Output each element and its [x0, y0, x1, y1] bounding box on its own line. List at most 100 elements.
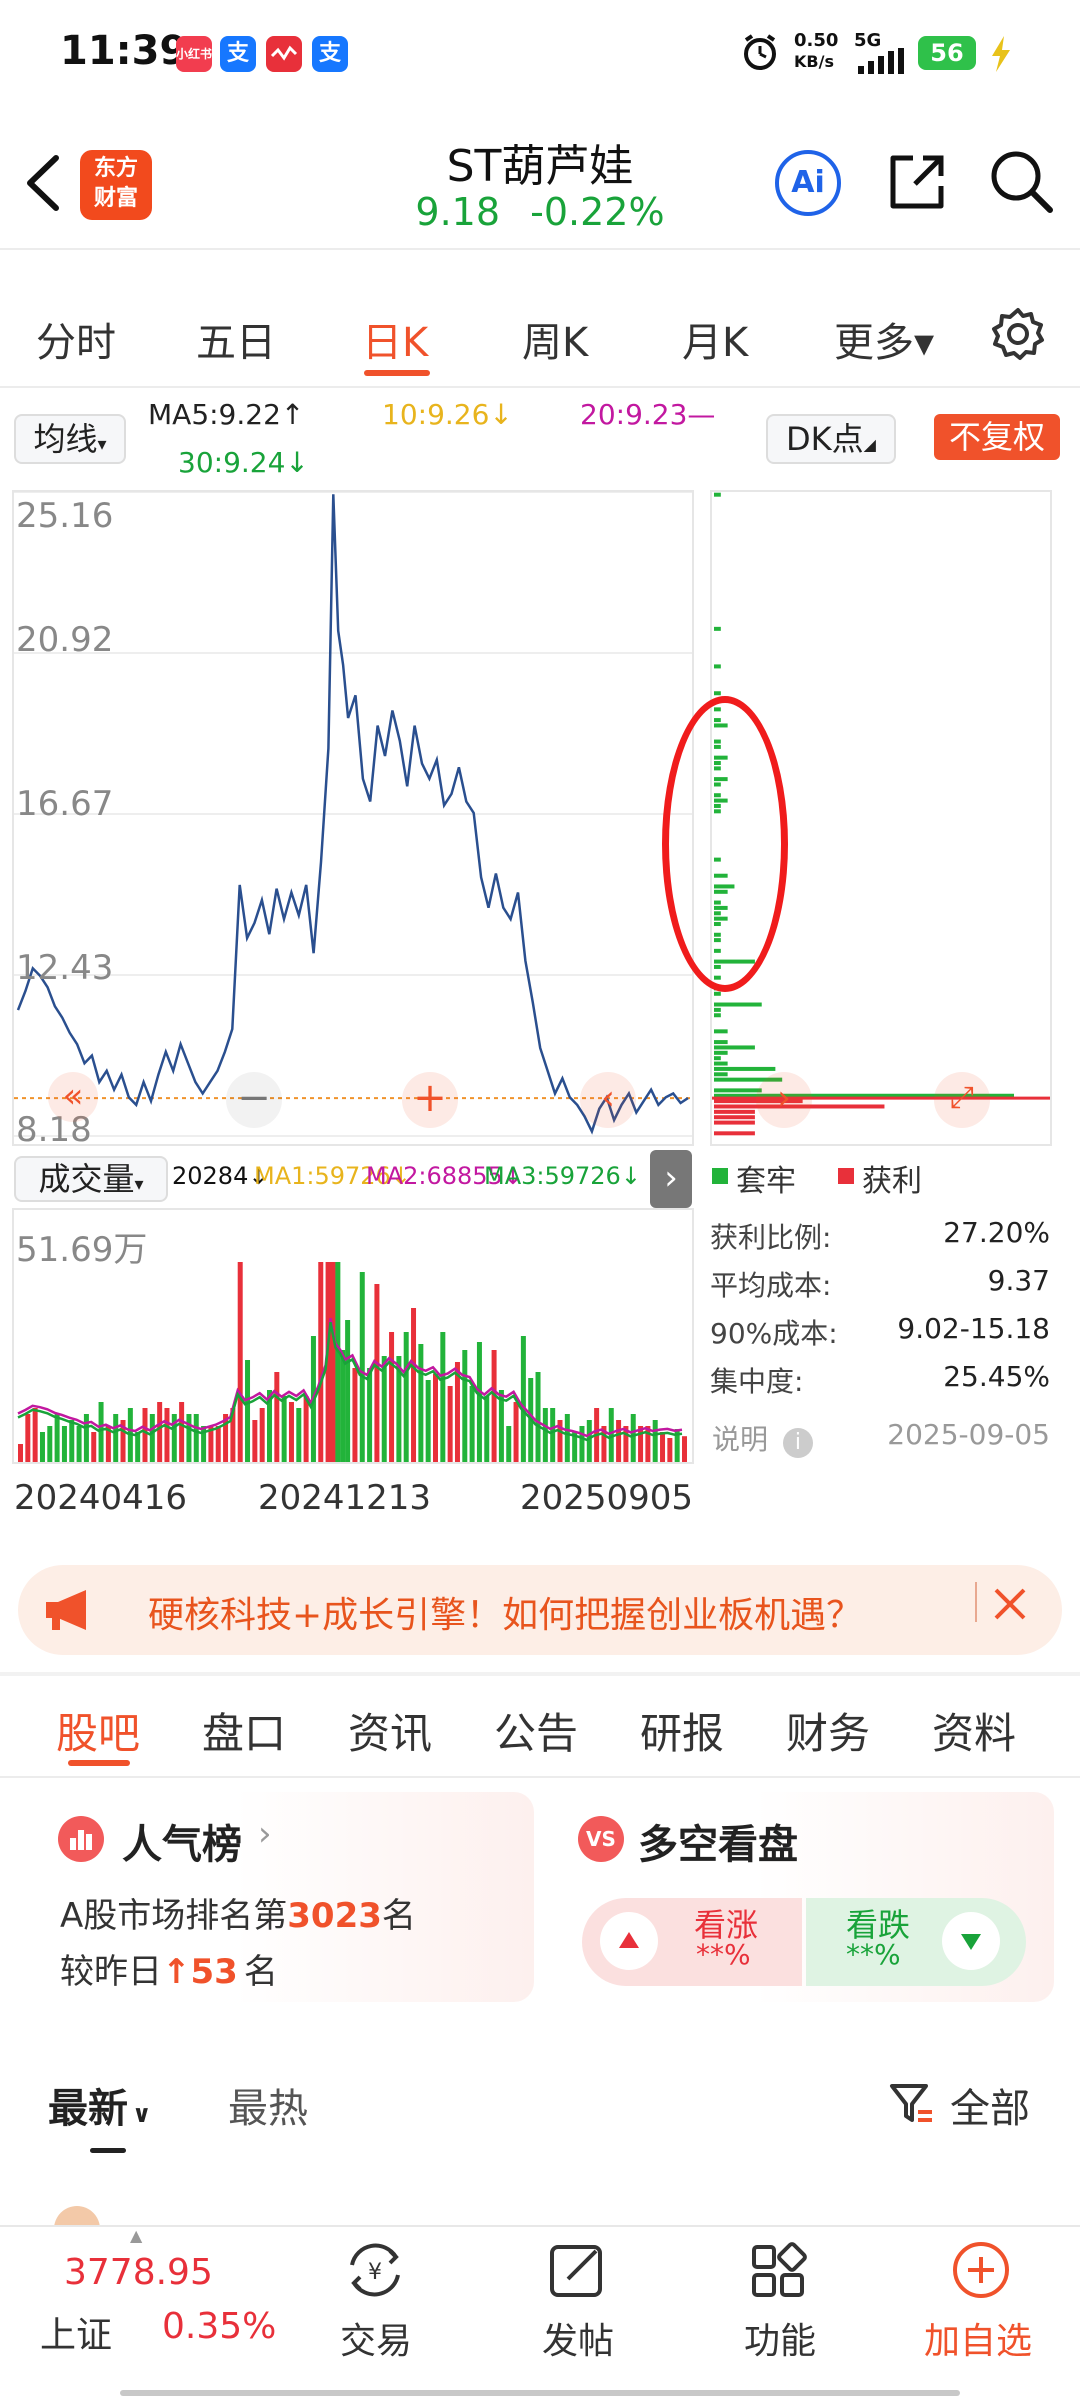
- tab-weekly-k[interactable]: 周K: [522, 310, 588, 368]
- chip-bar: [714, 1066, 776, 1071]
- sort-indicator: [90, 2148, 126, 2153]
- tab-guba[interactable]: 股吧: [56, 1700, 140, 1761]
- volume-bar: [660, 1432, 666, 1462]
- signal-icon: [854, 48, 910, 74]
- rank-value: 3023: [287, 1896, 382, 1936]
- functions-icon: [744, 2235, 814, 2305]
- vs-icon: VS: [578, 1816, 624, 1862]
- chip-bar: [714, 1072, 728, 1077]
- back-button[interactable]: [18, 148, 68, 218]
- volume-bar: [411, 1308, 417, 1462]
- volume-bar: [433, 1374, 438, 1462]
- tab-news[interactable]: 资讯: [348, 1700, 432, 1761]
- popularity-rank-line: A股市场排名第3023名: [60, 1888, 416, 1937]
- ma-select[interactable]: 均线▾: [14, 414, 126, 464]
- no-adjust-button[interactable]: 不复权: [934, 414, 1060, 460]
- tab-daily-k[interactable]: 日K: [362, 310, 428, 368]
- battery-indicator: 56: [918, 36, 976, 70]
- svg-text:¥: ¥: [368, 2260, 382, 2285]
- tab-monthly-k[interactable]: 月K: [682, 310, 748, 368]
- promo-banner-text: 硬核科技+成长引擎！如何把握创业板机遇？: [148, 1595, 863, 1636]
- chevron-right-icon: ›: [258, 1814, 272, 1854]
- cost-90-value: 9.02-15.18: [897, 1312, 1050, 1345]
- index-change: 0.35%: [162, 2306, 277, 2347]
- volume-bar: [484, 1396, 490, 1462]
- scroll-right-button[interactable]: ›: [756, 1072, 812, 1128]
- volume-bar: [359, 1272, 365, 1462]
- scroll-left-button[interactable]: ‹: [580, 1072, 636, 1128]
- popularity-change-line: 较昨日↑53 名: [60, 1944, 278, 1993]
- tabs-divider: [0, 386, 1080, 388]
- settings-gear-icon[interactable]: [990, 306, 1046, 362]
- volume-bar: [318, 1262, 324, 1462]
- volume-bar: [69, 1420, 75, 1462]
- tab-profile[interactable]: 资料: [932, 1700, 1016, 1761]
- kline-chart-frame[interactable]: [12, 490, 694, 1146]
- rank-prefix: A股市场排名第: [60, 1896, 288, 1936]
- profit-ratio-value: 27.20%: [943, 1216, 1050, 1249]
- nav-post[interactable]: 发帖: [542, 2312, 614, 2364]
- tab-more[interactable]: 更多▾: [834, 310, 934, 368]
- nav-functions[interactable]: 功能: [744, 2312, 816, 2364]
- zoom-in-button[interactable]: +: [402, 1072, 458, 1128]
- nav-trade[interactable]: 交易: [340, 2312, 412, 2364]
- nav-add-watchlist[interactable]: 加自选: [924, 2312, 1032, 2364]
- volume-bar: [340, 1350, 346, 1462]
- tab-order-book[interactable]: 盘口: [202, 1700, 286, 1761]
- volume-bar: [476, 1342, 482, 1462]
- ma-select-label: 均线: [33, 420, 98, 458]
- bullish-value: **%: [696, 1938, 751, 1971]
- volume-bar: [179, 1402, 185, 1462]
- volume-bar: [330, 1262, 336, 1462]
- price-series-line: [16, 494, 689, 1135]
- volume-bar: [157, 1402, 163, 1462]
- header-divider: [0, 248, 1080, 250]
- note-link[interactable]: 说明 i: [712, 1418, 813, 1458]
- volume-bar: [469, 1386, 475, 1462]
- expand-panel-button[interactable]: ›: [650, 1150, 692, 1208]
- search-icon[interactable]: [988, 148, 1054, 214]
- volume-bar: [667, 1438, 673, 1462]
- chip-bar: [714, 1131, 755, 1136]
- tab-announcements[interactable]: 公告: [494, 1700, 578, 1761]
- app-logo: 东方 财富: [80, 150, 152, 220]
- tab-five-day[interactable]: 五日: [196, 310, 276, 368]
- sort-latest[interactable]: 最新 ∨: [48, 2076, 152, 2134]
- volume-bar: [616, 1420, 622, 1462]
- chip-date: 2025-09-05: [887, 1418, 1050, 1451]
- scroll-left-fast-button[interactable]: «: [48, 1072, 98, 1122]
- dk-point-select[interactable]: DK点◢: [766, 414, 896, 464]
- fullscreen-icon[interactable]: ⤢: [934, 1072, 990, 1128]
- tab-financials[interactable]: 财务: [786, 1700, 870, 1761]
- volume-bar: [520, 1336, 526, 1462]
- close-banner-icon[interactable]: [990, 1584, 1030, 1624]
- volume-select[interactable]: 成交量▾: [14, 1156, 168, 1202]
- volume-bar: [352, 1368, 358, 1462]
- volume-bar: [403, 1332, 409, 1462]
- volume-bar: [47, 1426, 53, 1462]
- chip-bar: [714, 991, 721, 996]
- ai-assistant-button[interactable]: Ai: [775, 150, 841, 216]
- tab-research[interactable]: 研报: [640, 1700, 724, 1761]
- down-triangle-icon: [942, 1912, 1000, 1970]
- profit-legend-swatch: [838, 1168, 854, 1184]
- volume-bar: [418, 1344, 424, 1462]
- filter-all[interactable]: 全部: [950, 2076, 1030, 2134]
- y-tick-label: 12.43: [16, 948, 114, 988]
- chip-bar: [714, 1115, 755, 1120]
- trade-icon: ¥: [340, 2235, 410, 2305]
- volume-bar: [215, 1426, 221, 1462]
- sort-hot[interactable]: 最热: [228, 2076, 308, 2134]
- red-highlight-circle: [662, 696, 788, 992]
- y-tick-label: 20.92: [16, 620, 114, 660]
- caret-up-icon: ▲: [130, 2226, 143, 2245]
- volume-bar: [18, 1444, 23, 1462]
- tab-minute[interactable]: 分时: [36, 310, 116, 368]
- change-suffix: 名: [243, 1952, 278, 1992]
- index-value[interactable]: 3778.95: [64, 2252, 213, 2293]
- zoom-out-button[interactable]: −: [226, 1072, 282, 1128]
- chip-bar: [714, 1120, 755, 1125]
- share-icon[interactable]: [885, 150, 949, 214]
- sentiment-title: 多空看盘: [638, 1822, 798, 1868]
- volume-bar: [186, 1414, 192, 1462]
